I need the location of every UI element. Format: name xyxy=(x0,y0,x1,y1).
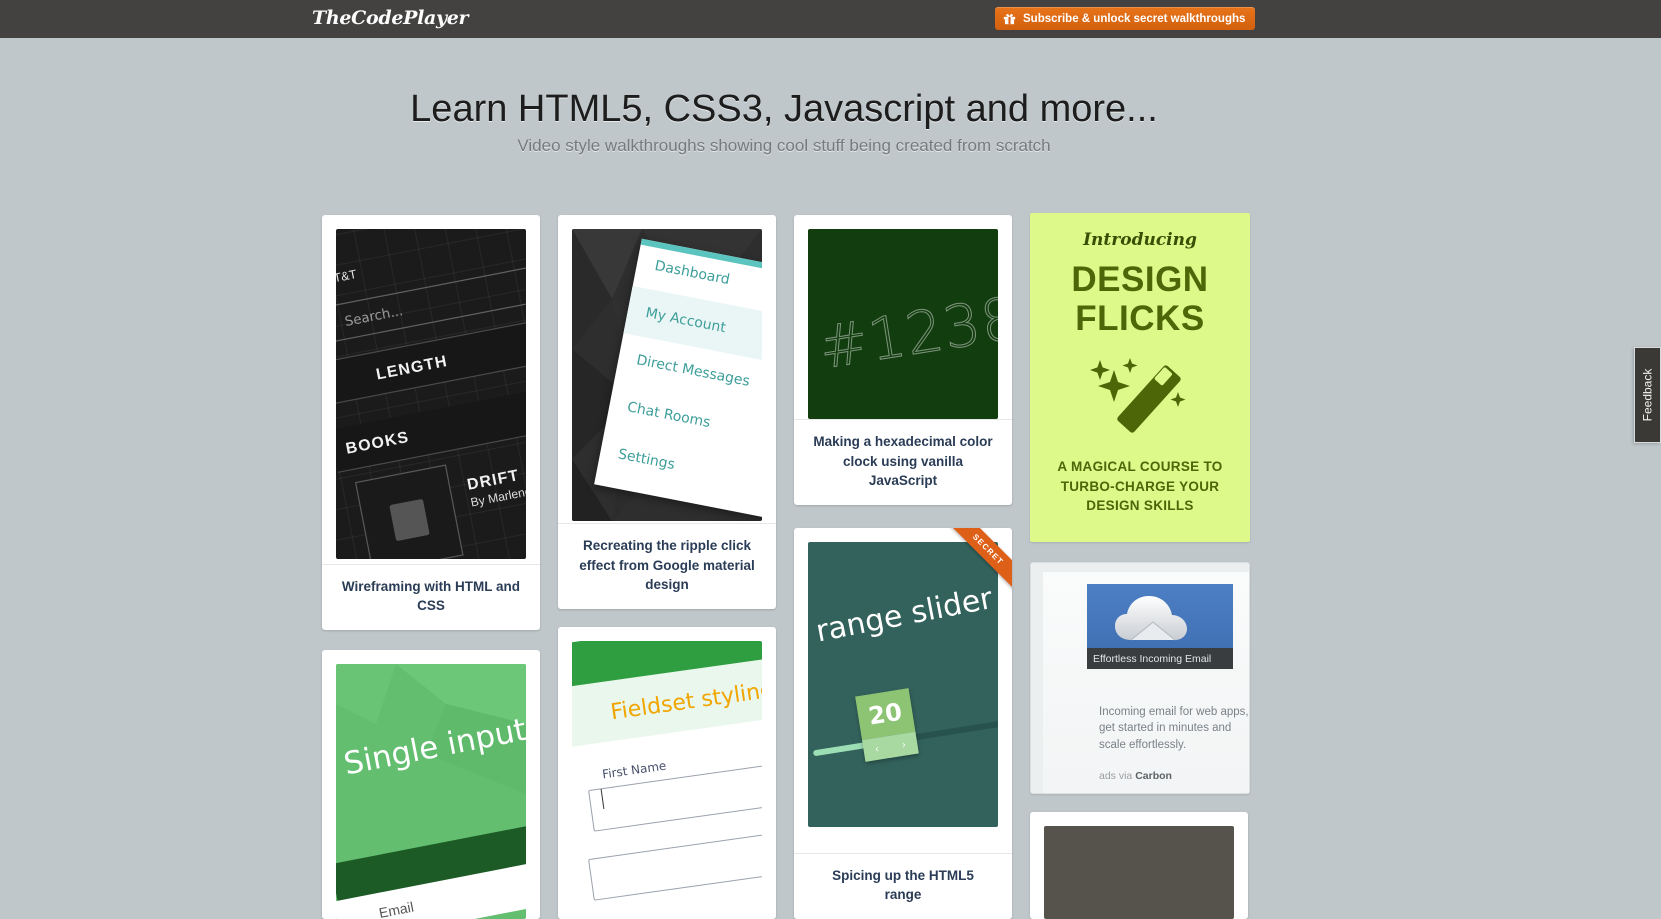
design-flicks-tagline-1: A MAGICAL COURSE TO xyxy=(1057,459,1223,475)
card-caption: Wireframing with HTML and CSS xyxy=(322,563,540,630)
card-wireframing[interactable]: 12:34 PM AT&T Search... LENGTH BOOKS xyxy=(322,215,540,630)
wireframe-art: 12:34 PM AT&T Search... LENGTH BOOKS xyxy=(336,229,526,559)
card-caption: Spicing up the HTML5 range xyxy=(794,852,1012,919)
card-thumbnail: Dashboard My Account Direct Messages Cha… xyxy=(572,229,762,521)
hex-clock-art: #123805 xyxy=(808,229,998,419)
wireframe-carrier: AT&T xyxy=(336,268,358,290)
design-flicks-title-1: DESIGN xyxy=(1071,260,1209,299)
design-flicks-intro: Introducing xyxy=(1083,230,1197,250)
design-flicks-tagline-2: TURBO-CHARGE YOUR xyxy=(1060,478,1220,494)
card-grid: 12:34 PM AT&T Search... LENGTH BOOKS xyxy=(0,0,1661,919)
carbon-ad-image[interactable]: Effortless Incoming Email xyxy=(1087,584,1233,669)
card-thumbnail xyxy=(1044,826,1234,919)
feedback-tab-label: Feedback xyxy=(1640,368,1655,422)
design-flicks-ad[interactable]: Introducing DESIGN FLICKS A MAGICAL COUR… xyxy=(1030,213,1250,542)
range-slider-art: range slider 20 ‹ › xyxy=(808,542,998,827)
carbon-ad[interactable]: Effortless Incoming Email Incoming email… xyxy=(1030,562,1250,794)
range-slider-handle[interactable]: 20 ‹ › xyxy=(855,688,919,762)
carbon-ad-via-brand: Carbon xyxy=(1135,770,1172,782)
card-hex-color-clock[interactable]: #123805 Making a hexadecimal color clock… xyxy=(794,215,1012,505)
wireframe-section-books: BOOKS xyxy=(344,427,411,458)
design-flicks-title-2: FLICKS xyxy=(1075,299,1205,339)
card-caption: Recreating the ripple click effect from … xyxy=(558,523,776,609)
card-thumbnail: range slider 20 ‹ › xyxy=(808,542,998,827)
card-fieldset-styling[interactable]: Fieldset styling First Name xyxy=(558,627,776,919)
card-thumbnail: Fieldset styling First Name xyxy=(572,641,762,919)
card-dark[interactable] xyxy=(1030,812,1248,919)
wireframe-section-length: LENGTH xyxy=(374,350,450,383)
material-menu-art: Dashboard My Account Direct Messages Cha… xyxy=(572,229,762,521)
card-thumbnail: #123805 xyxy=(808,229,998,419)
design-flicks-tagline-3: DESIGN SKILLS xyxy=(1086,497,1194,513)
card-single-input[interactable]: Single input Subs Email xyxy=(322,650,540,919)
cloud-email-icon xyxy=(1115,596,1187,641)
card-ripple-click[interactable]: Dashboard My Account Direct Messages Cha… xyxy=(558,215,776,609)
carbon-ad-body: Incoming email for web apps, get started… xyxy=(1099,706,1249,751)
card-caption: Making a hexadecimal color clock using v… xyxy=(794,419,1012,505)
carbon-ad-via-prefix: ads via xyxy=(1099,770,1136,782)
card-range-slider[interactable]: SECRET range slider 20 ‹ › Spicing up th… xyxy=(794,528,1012,919)
dark-art xyxy=(1044,826,1234,919)
magic-wand-icon xyxy=(1030,346,1250,447)
carbon-ad-image-caption: Effortless Incoming Email xyxy=(1087,648,1233,669)
range-slider-next-icon[interactable]: › xyxy=(901,739,906,750)
single-input-field-label: Email xyxy=(377,898,415,919)
card-thumbnail: Single input Subs Email xyxy=(336,664,526,919)
carbon-ad-attribution[interactable]: ads via Carbon xyxy=(1099,770,1172,782)
feedback-tab[interactable]: Feedback xyxy=(1634,347,1661,443)
card-thumbnail: 12:34 PM AT&T Search... LENGTH BOOKS xyxy=(336,229,526,559)
single-input-art: Single input Subs Email xyxy=(336,664,526,919)
fieldset-art: Fieldset styling First Name xyxy=(572,641,762,919)
carbon-ad-inner: Effortless Incoming Email Incoming email… xyxy=(1043,572,1249,793)
range-slider-prev-icon[interactable]: ‹ xyxy=(875,743,880,754)
